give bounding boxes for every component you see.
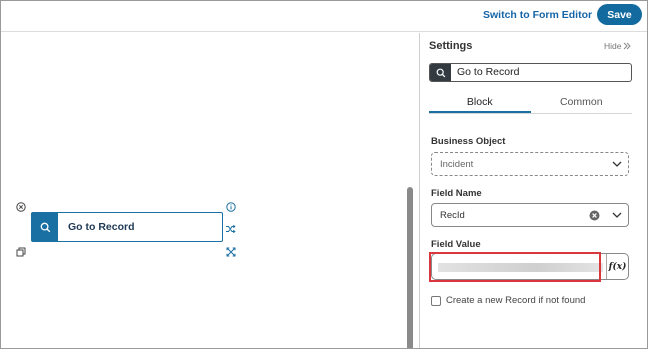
settings-panel: Settings Hide Go to Record Block Common …: [419, 33, 647, 348]
tab-common[interactable]: Common: [531, 94, 633, 113]
field-name-select[interactable]: RecId: [431, 203, 629, 227]
app-window: Switch to Form Editor Save Go to Record: [0, 0, 648, 349]
switch-to-form-editor-link[interactable]: Switch to Form Editor: [483, 9, 592, 21]
business-object-value: Incident: [440, 158, 474, 170]
create-record-checkbox[interactable]: [431, 295, 441, 306]
settings-tabs: Block Common: [429, 94, 632, 114]
clear-icon[interactable]: [589, 210, 600, 221]
workflow-canvas[interactable]: Go to Record: [1, 33, 418, 348]
double-chevron-right-icon: [624, 42, 632, 50]
top-bar: Switch to Form Editor Save: [1, 1, 647, 32]
business-object-select[interactable]: Incident: [431, 152, 629, 176]
hide-panel-link[interactable]: Hide: [604, 41, 632, 51]
field-name-label: Field Name: [431, 188, 482, 199]
create-record-option[interactable]: Create a new Record if not found: [431, 295, 585, 306]
block-search-value: Go to Record: [457, 66, 520, 78]
shuffle-icon[interactable]: [225, 223, 236, 234]
go-to-record-block[interactable]: Go to Record: [31, 212, 223, 242]
expand-icon[interactable]: [225, 246, 236, 257]
copy-icon[interactable]: [15, 246, 26, 257]
field-value-label: Field Value: [431, 239, 481, 250]
search-icon: [32, 213, 58, 241]
highlight-box: [429, 252, 601, 282]
field-name-value: RecId: [440, 209, 465, 221]
search-icon: [430, 64, 451, 81]
settings-title: Settings: [429, 40, 473, 52]
info-icon[interactable]: [225, 201, 236, 212]
tab-block[interactable]: Block: [429, 94, 531, 113]
business-object-label: Business Object: [431, 136, 506, 147]
save-button[interactable]: Save: [597, 4, 642, 25]
create-record-label: Create a new Record if not found: [446, 295, 586, 306]
canvas-scrollbar[interactable]: [407, 187, 413, 348]
chevron-down-icon: [612, 212, 622, 218]
function-button[interactable]: f(x): [606, 254, 628, 279]
close-circle-icon[interactable]: [15, 201, 26, 212]
chevron-down-icon: [612, 161, 622, 167]
block-search-field[interactable]: Go to Record: [429, 63, 632, 82]
hide-label: Hide: [604, 41, 622, 51]
block-label: Go to Record: [68, 221, 135, 233]
